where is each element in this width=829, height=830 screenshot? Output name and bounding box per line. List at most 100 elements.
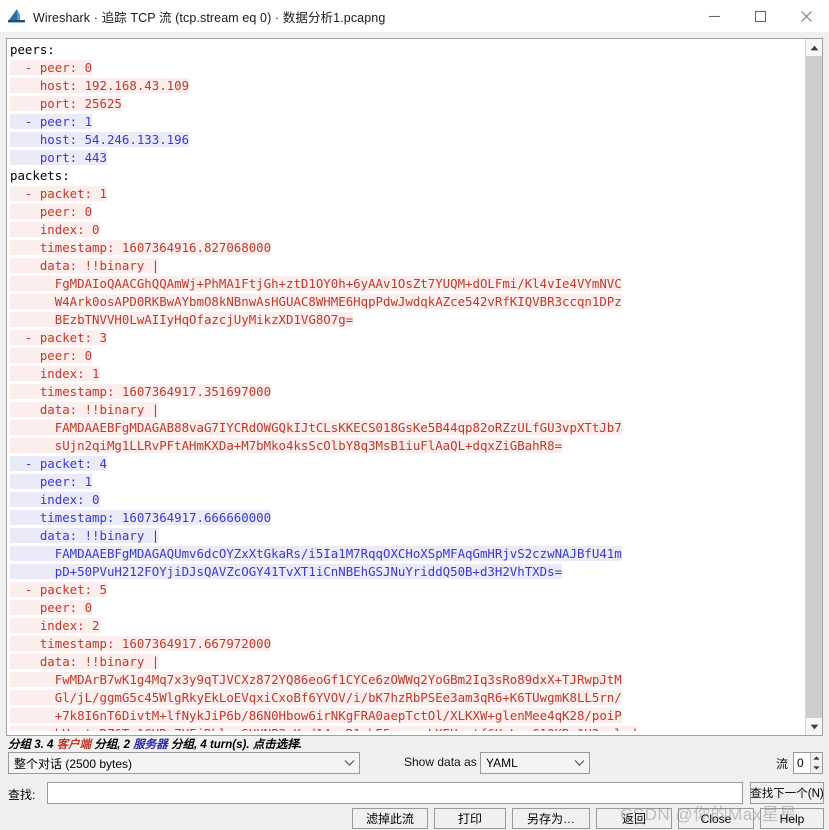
stream-line-text: - packet: 3 — [10, 330, 107, 345]
stream-line: port: 25625 — [10, 95, 805, 113]
status-prefix: 分组 3. 4 — [8, 739, 57, 751]
stream-line: - packet: 4 — [10, 455, 805, 473]
stream-line: FAMDAAEBFgMDAGAB88vaG7IYCRdOWGQkIJtCLsKK… — [10, 419, 805, 437]
dialog-button-row: 滤掉此流 打印 另存为… 返回 Close Help — [0, 808, 829, 830]
stream-text-area[interactable]: peers: - peer: 0 host: 192.168.43.109 po… — [7, 39, 805, 735]
stream-line-text: FgMDAIoQAACGhQQAmWj+PhMA1FtjGh+ztD1OY0h+… — [10, 276, 622, 291]
find-input[interactable] — [47, 782, 743, 804]
format-select[interactable]: YAML — [480, 752, 590, 774]
chevron-down-icon — [569, 758, 589, 768]
stream-line: data: !!binary | — [10, 653, 805, 671]
stream-line: peers: — [10, 41, 805, 59]
stream-line: - packet: 1 — [10, 185, 805, 203]
find-row: 查找: 查找下一个(N) — [0, 782, 829, 806]
save-as-button[interactable]: 另存为… — [512, 808, 590, 829]
stream-line: host: 54.246.133.196 — [10, 131, 805, 149]
stream-line-text: timestamp: 1607364917.351697000 — [10, 384, 272, 399]
stream-line: timestamp: 1607364917.351697000 — [10, 383, 805, 401]
stream-line-text: data: !!binary | — [10, 528, 160, 543]
stream-line-text: peer: 0 — [10, 600, 93, 615]
stream-line-text: timestamp: 1607364917.666660000 — [10, 510, 272, 525]
conversation-select[interactable]: 整个对话 (2500 bytes) — [8, 752, 360, 774]
stream-text-lines: peers: - peer: 0 host: 192.168.43.109 po… — [10, 41, 805, 731]
stream-line-text: index: 2 — [10, 618, 100, 633]
page-title: Wireshark · 追踪 TCP 流 (tcp.stream eq 0) ·… — [33, 10, 386, 25]
stream-content-panel: peers: - peer: 0 host: 192.168.43.109 po… — [6, 38, 823, 736]
stream-line: timestamp: 1607364917.667972000 — [10, 635, 805, 653]
stepper-up-icon[interactable] — [811, 753, 822, 763]
stream-line-text: - packet: 1 — [10, 186, 107, 201]
stream-line-text: host: 192.168.43.109 — [10, 78, 190, 93]
stream-line-text: data: !!binary | — [10, 258, 160, 273]
stream-line-clipped: hVmwtpRZ6T+1GHR+7YFjRhl+wSHXNP3aKsd14ppR… — [10, 725, 805, 731]
show-data-as-label: Show data as — [404, 755, 477, 769]
close-button[interactable] — [783, 0, 829, 32]
stream-line-text: - packet: 5 — [10, 582, 107, 597]
stream-line: Gl/jL/ggmG5c45WlgRkyEkLoEVqxiCxoBf6YVOV/… — [10, 689, 805, 707]
format-select-value: YAML — [486, 756, 518, 770]
stream-status-text: 分组 3. 4 客户端 分组, 2 服务器 分组, 4 turn(s). 点击选… — [8, 736, 302, 752]
stream-line-text: timestamp: 1607364916.827068000 — [10, 240, 272, 255]
back-button[interactable]: 返回 — [596, 808, 672, 829]
stepper-down-icon[interactable] — [811, 763, 822, 773]
stream-line: data: !!binary | — [10, 257, 805, 275]
status-mid: 分组, 2 — [91, 739, 134, 751]
stream-line-text: timestamp: 1607364917.667972000 — [10, 636, 272, 651]
stream-line: port: 443 — [10, 149, 805, 167]
stream-line-text: index: 1 — [10, 366, 100, 381]
stream-line: timestamp: 1607364916.827068000 — [10, 239, 805, 257]
stream-line-text: data: !!binary | — [10, 402, 160, 417]
wireshark-shark-fin-icon — [8, 7, 26, 25]
minimize-button[interactable] — [691, 0, 737, 32]
stream-line: FgMDAIoQAACGhQQAmWj+PhMA1FtjGh+ztD1OY0h+… — [10, 275, 805, 293]
stream-line: index: 1 — [10, 365, 805, 383]
stream-line-text: index: 0 — [10, 222, 100, 237]
stream-line: index: 0 — [10, 491, 805, 509]
vertical-scrollbar[interactable] — [805, 39, 822, 735]
stream-line-text: data: !!binary | — [10, 654, 160, 669]
stream-line-text: FAMDAAEBFgMDAGAQUmv6dcOYZxXtGkaRs/i5Ia1M… — [10, 546, 622, 561]
stream-line: peer: 0 — [10, 599, 805, 617]
stream-line-text: sUjn2qiMg1LLRvPFtAHmKXDa+M7bMko4ksScOlbY… — [10, 438, 563, 453]
stream-line: index: 0 — [10, 221, 805, 239]
stream-line: FwMDArB7wK1g4Mq7x3y9qTJVCXz872YQ86eoGf1C… — [10, 671, 805, 689]
stream-line: index: 2 — [10, 617, 805, 635]
status-client-word: 客户端 — [56, 739, 92, 751]
stream-number-stepper[interactable]: 0 — [793, 752, 823, 774]
stream-number-value[interactable]: 0 — [794, 753, 810, 773]
stream-line: peer: 1 — [10, 473, 805, 491]
scrollbar-thumb[interactable] — [806, 56, 822, 696]
stream-line: - peer: 1 — [10, 113, 805, 131]
scroll-down-arrow-icon[interactable] — [806, 718, 822, 735]
scrollbar-track[interactable] — [806, 56, 822, 718]
stream-line-text: - packet: 4 — [10, 456, 107, 471]
stream-line: W4Ark0osAPD0RKBwAYbmO8kNBnwAsHGUAC8WHME6… — [10, 293, 805, 311]
window-controls — [691, 0, 829, 32]
scroll-up-arrow-icon[interactable] — [806, 39, 822, 56]
maximize-button[interactable] — [737, 0, 783, 32]
print-button[interactable]: 打印 — [434, 808, 506, 829]
stream-line-text: index: 0 — [10, 492, 100, 507]
find-next-button[interactable]: 查找下一个(N) — [750, 782, 824, 804]
stream-line-text: - peer: 1 — [10, 114, 93, 129]
stream-line-text: port: 443 — [10, 150, 107, 165]
status-suffix: 分组, 4 turn(s). 点击选择. — [167, 739, 302, 751]
stream-label: 流 — [776, 757, 789, 771]
stream-line-text: pD+50PVuH212FOYjiDJsQAVZcOGY41TvXT1iCnNB… — [10, 564, 563, 579]
filter-out-stream-button[interactable]: 滤掉此流 — [352, 808, 428, 829]
stream-line-text: BEzbTNVVH0LwAIIyHqOfazcjUyMikzXD1VG8O7g= — [10, 312, 354, 327]
stream-line-text: peer: 0 — [10, 204, 93, 219]
conversation-select-value: 整个对话 (2500 bytes) — [14, 756, 133, 771]
close-dialog-button[interactable]: Close — [678, 808, 754, 829]
help-button[interactable]: Help — [760, 808, 824, 829]
stream-line: +7k8I6nT6DivtM+lfNykJiP6b/86N0Hbow6irNKg… — [10, 707, 805, 725]
stream-line: pD+50PVuH212FOYjiDJsQAVZcOGY41TvXT1iCnNB… — [10, 563, 805, 581]
stream-line-text: +7k8I6nT6DivtM+lfNykJiP6b/86N0Hbow6irNKg… — [10, 708, 622, 723]
stream-line-text: peer: 0 — [10, 348, 93, 363]
stream-line-text: port: 25625 — [10, 96, 122, 111]
stream-line-text: FAMDAAEBFgMDAGAB88vaG7IYCRdOWGQkIJtCLsKK… — [10, 420, 622, 435]
stepper-buttons[interactable] — [810, 753, 822, 773]
stream-line: data: !!binary | — [10, 527, 805, 545]
stream-line: sUjn2qiMg1LLRvPFtAHmKXDa+M7bMko4ksScOlbY… — [10, 437, 805, 455]
stream-line-text: host: 54.246.133.196 — [10, 132, 190, 147]
